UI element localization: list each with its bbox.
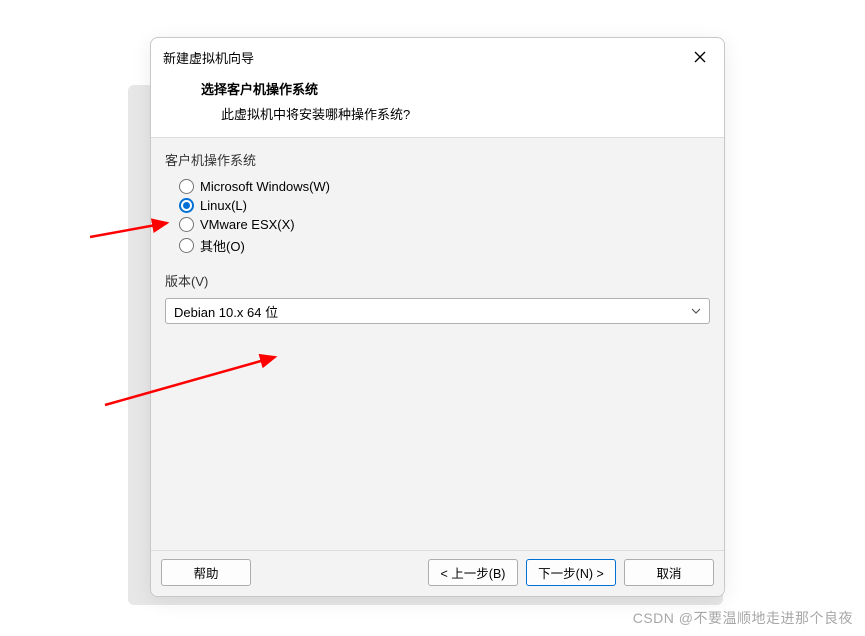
os-radio-group: Microsoft Windows(W) Linux(L) VMware ESX…	[165, 175, 710, 269]
button-label: < 上一步(B)	[441, 563, 506, 582]
version-label: 版本(V)	[165, 271, 710, 290]
version-selected-text: Debian 10.x 64 位	[174, 302, 278, 321]
radio-dot-icon	[183, 202, 190, 209]
back-button[interactable]: < 上一步(B)	[428, 559, 518, 586]
wizard-dialog: 新建虚拟机向导 选择客户机操作系统 此虚拟机中将安装哪种操作系统? 客户机操作系…	[150, 37, 725, 597]
radio-icon	[179, 238, 194, 253]
button-label: 取消	[656, 563, 681, 582]
radio-option-other[interactable]: 其他(O)	[179, 234, 710, 257]
cancel-button[interactable]: 取消	[624, 559, 714, 586]
chevron-down-icon	[691, 304, 701, 319]
header-subtitle: 此虚拟机中将安装哪种操作系统?	[201, 104, 708, 123]
radio-label: Microsoft Windows(W)	[200, 179, 330, 194]
radio-option-vmware-esx[interactable]: VMware ESX(X)	[179, 215, 710, 234]
button-label: 帮助	[193, 563, 218, 582]
radio-label: VMware ESX(X)	[200, 217, 295, 232]
dialog-header: 选择客户机操作系统 此虚拟机中将安装哪种操作系统?	[151, 75, 724, 138]
button-label: 下一步(N) >	[538, 563, 604, 582]
close-button[interactable]	[688, 45, 712, 69]
dialog-content: 客户机操作系统 Microsoft Windows(W) Linux(L) VM…	[151, 138, 724, 551]
watermark-text: CSDN @不要温顺地走进那个良夜	[633, 608, 853, 628]
radio-icon	[179, 217, 194, 232]
help-button[interactable]: 帮助	[161, 559, 251, 586]
radio-label: 其他(O)	[200, 236, 245, 255]
radio-icon	[179, 198, 194, 213]
radio-icon	[179, 179, 194, 194]
next-button[interactable]: 下一步(N) >	[526, 559, 616, 586]
close-icon	[694, 51, 706, 63]
version-section: 版本(V) Debian 10.x 64 位	[165, 271, 710, 324]
dialog-title: 新建虚拟机向导	[163, 48, 254, 67]
dialog-footer: 帮助 < 上一步(B) 下一步(N) > 取消	[151, 551, 724, 596]
radio-label: Linux(L)	[200, 198, 247, 213]
version-select[interactable]: Debian 10.x 64 位	[165, 298, 710, 324]
os-section-label: 客户机操作系统	[165, 150, 710, 169]
radio-option-linux[interactable]: Linux(L)	[179, 196, 710, 215]
header-title: 选择客户机操作系统	[201, 79, 708, 98]
radio-option-windows[interactable]: Microsoft Windows(W)	[179, 177, 710, 196]
titlebar: 新建虚拟机向导	[151, 38, 724, 75]
